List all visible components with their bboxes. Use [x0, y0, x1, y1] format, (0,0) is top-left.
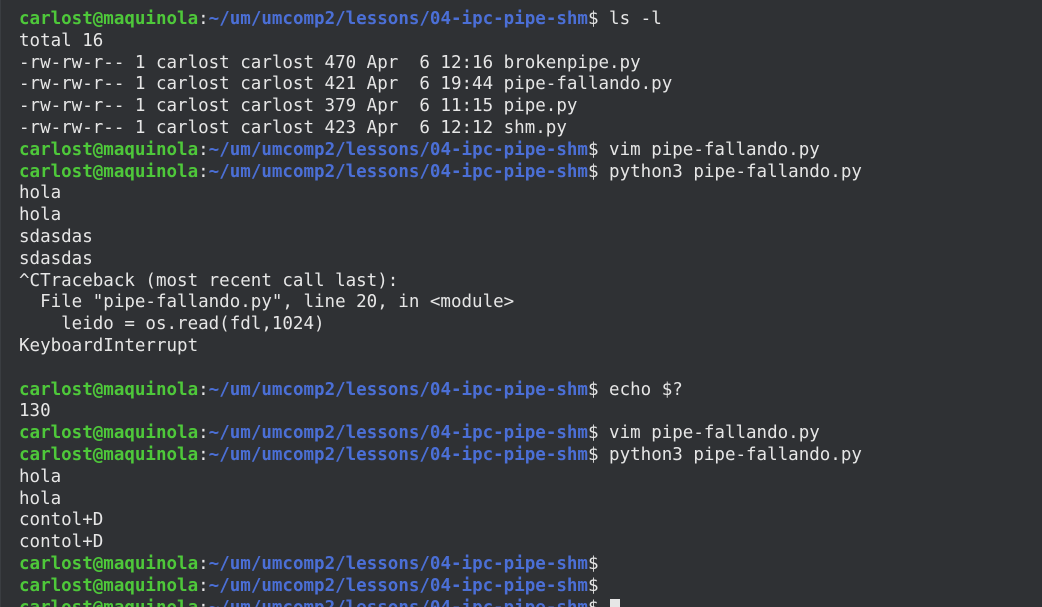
prompt-path: ~/um/umcomp2/lessons/04-ipc-pipe-shm [208, 444, 588, 465]
prompt-path: ~/um/umcomp2/lessons/04-ipc-pipe-shm [208, 423, 588, 444]
prompt-separator: : [198, 9, 209, 29]
prompt-user-host: carlost@maquinola [19, 9, 199, 29]
output-line: contol+D [19, 510, 862, 532]
output-line: sdasdas [19, 227, 862, 249]
prompt-user-host: carlost@maquinola [19, 598, 198, 607]
prompt-line: carlost@maquinola:~/um/umcomp2/lessons/0… [19, 380, 862, 402]
command-text: vim pipe-fallando.py [598, 423, 820, 444]
prompt-user-host: carlost@maquinola [19, 444, 199, 465]
command-text: python3 pipe-fallando.py [598, 444, 862, 465]
prompt-separator: : [198, 444, 209, 465]
prompt-path: ~/um/umcomp2/lessons/04-ipc-pipe-shm [209, 598, 588, 607]
prompt-user-host: carlost@maquinola [19, 423, 199, 444]
output-line: ^CTraceback (most recent call last): [19, 271, 862, 293]
output-line: -rw-rw-r-- 1 carlost carlost 421 Apr 6 1… [19, 74, 862, 96]
prompt-line: carlost@maquinola:~/um/umcomp2/lessons/0… [19, 162, 862, 184]
command-text: vim pipe-fallando.py [598, 139, 820, 160]
output-text: -rw-rw-r-- 1 carlost carlost 423 Apr 6 1… [19, 117, 567, 138]
prompt-symbol: $ [587, 423, 599, 444]
command-text [599, 598, 610, 607]
output-text: leido = os.read(fdl,1024) [19, 314, 325, 335]
prompt-line: carlost@maquinola:~/um/umcomp2/lessons/0… [19, 140, 862, 162]
output-line: -rw-rw-r-- 1 carlost carlost 379 Apr 6 1… [19, 96, 862, 118]
prompt-user-host: carlost@maquinola [19, 139, 199, 160]
output-line: hola [19, 205, 862, 227]
prompt-path: ~/um/umcomp2/lessons/04-ipc-pipe-shm [208, 553, 588, 574]
output-text: File "pipe-fallando.py", line 20, in <mo… [19, 292, 515, 313]
output-line: hola [19, 183, 862, 205]
prompt-path: ~/um/umcomp2/lessons/04-ipc-pipe-shm [208, 161, 588, 182]
prompt-user-host: carlost@maquinola [19, 575, 199, 596]
prompt-symbol: $ [587, 444, 599, 465]
prompt-symbol: $ [587, 9, 599, 29]
output-text: hola [19, 466, 62, 487]
output-text: 130 [19, 401, 51, 422]
prompt-line: carlost@maquinola:~/um/umcomp2/lessons/0… [19, 554, 862, 576]
output-text: hola [19, 183, 62, 204]
prompt-user-host: carlost@maquinola [19, 379, 199, 400]
prompt-path: ~/um/umcomp2/lessons/04-ipc-pipe-shm [208, 379, 588, 400]
prompt-separator: : [198, 161, 209, 182]
output-line: -rw-rw-r-- 1 carlost carlost 423 Apr 6 1… [19, 118, 862, 140]
output-line: -rw-rw-r-- 1 carlost carlost 470 Apr 6 1… [19, 53, 862, 75]
command-text: echo $? [598, 379, 683, 400]
output-text: -rw-rw-r-- 1 carlost carlost 379 Apr 6 1… [19, 96, 578, 117]
prompt-user-host: carlost@maquinola [19, 553, 199, 574]
output-line: leido = os.read(fdl,1024) [19, 314, 862, 336]
prompt-user-host: carlost@maquinola [19, 161, 199, 182]
text-cursor[interactable] [610, 598, 621, 607]
output-text: -rw-rw-r-- 1 carlost carlost 421 Apr 6 1… [19, 74, 673, 95]
prompt-separator: : [198, 553, 209, 574]
prompt-separator: : [198, 598, 209, 607]
prompt-symbol: $ [587, 553, 599, 574]
prompt-symbol: $ [588, 598, 599, 607]
output-text: sdasdas [19, 248, 93, 269]
command-text: python3 pipe-fallando.py [598, 161, 862, 182]
prompt-separator: : [198, 139, 209, 160]
output-line: File "pipe-fallando.py", line 20, in <mo… [19, 292, 862, 314]
output-line: KeyboardInterrupt [19, 336, 862, 358]
output-line: total 16 [19, 31, 862, 53]
prompt-path: ~/um/umcomp2/lessons/04-ipc-pipe-shm [208, 575, 588, 596]
output-text: sdasdas [19, 226, 93, 247]
output-text: total 16 [19, 30, 104, 51]
output-text: ^CTraceback (most recent call last): [19, 270, 399, 291]
output-text: hola [19, 205, 62, 226]
output-text: -rw-rw-r-- 1 carlost carlost 470 Apr 6 1… [19, 52, 641, 73]
prompt-separator: : [198, 423, 209, 444]
prompt-symbol: $ [587, 139, 599, 160]
output-line: 130 [19, 401, 862, 423]
output-text: contol+D [19, 532, 104, 553]
output-line: sdasdas [19, 249, 862, 271]
terminal-window[interactable]: carlost@maquinola:~/um/umcomp2/lessons/0… [0, 0, 1042, 607]
prompt-path: ~/um/umcomp2/lessons/04-ipc-pipe-shm [208, 9, 588, 29]
prompt-symbol: $ [587, 379, 599, 400]
prompt-line: carlost@maquinola:~/um/umcomp2/lessons/0… [19, 9, 862, 31]
prompt-line: carlost@maquinola:~/um/umcomp2/lessons/0… [19, 423, 862, 445]
terminal-output: carlost@maquinola:~/um/umcomp2/lessons/0… [19, 9, 862, 607]
command-text: ls -l [598, 9, 662, 29]
prompt-separator: : [198, 379, 209, 400]
output-line: hola [19, 489, 862, 511]
output-text: contol+D [19, 510, 104, 531]
prompt-separator: : [198, 575, 209, 596]
prompt-symbol: $ [587, 575, 599, 596]
output-text: hola [19, 488, 62, 509]
output-text: KeyboardInterrupt [19, 335, 199, 356]
prompt-line: carlost@maquinola:~/um/umcomp2/lessons/0… [19, 598, 862, 607]
prompt-path: ~/um/umcomp2/lessons/04-ipc-pipe-shm [208, 139, 588, 160]
prompt-line: carlost@maquinola:~/um/umcomp2/lessons/0… [19, 445, 862, 467]
output-line: hola [19, 467, 862, 489]
prompt-line: carlost@maquinola:~/um/umcomp2/lessons/0… [19, 576, 862, 598]
prompt-symbol: $ [587, 161, 599, 182]
output-line: contol+D [19, 532, 862, 554]
